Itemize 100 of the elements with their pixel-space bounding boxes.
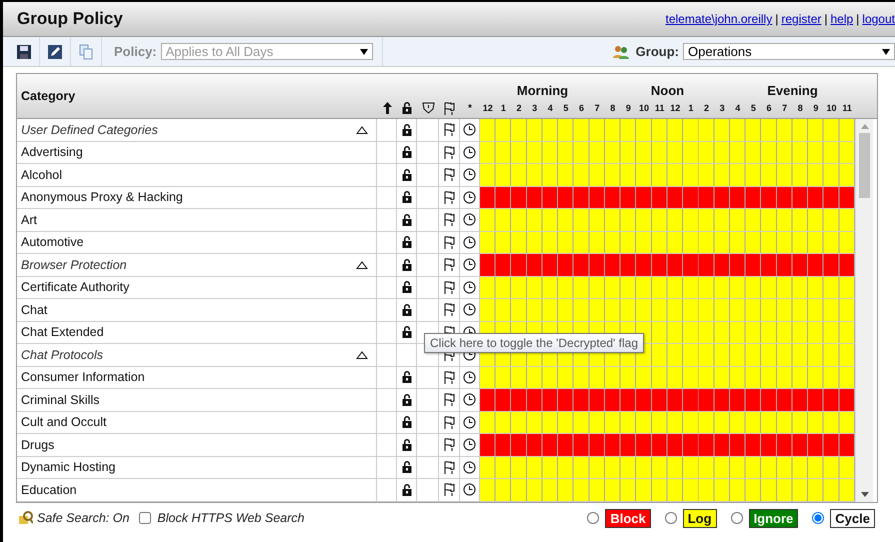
legend-radio[interactable] [812,512,824,524]
tooltip: Click here to toggle the 'Decrypted' flag [424,333,644,353]
flag-icon[interactable] [442,414,456,430]
clock-icon[interactable] [463,438,476,452]
user-link[interactable]: telemate\john.oreilly [665,12,772,26]
category-row[interactable]: Alcohol [17,164,855,186]
flag-icon[interactable] [442,437,456,452]
flag-icon[interactable] [442,167,456,182]
category-row[interactable]: Certificate Authority [17,276,855,299]
category-row[interactable]: Advertising [17,142,855,164]
flag-icon[interactable] [442,280,456,295]
lock-icon[interactable] [402,326,412,338]
copy-icon [78,44,94,60]
flag-icon[interactable] [442,122,456,138]
category-name: User Defined Categories [21,122,158,137]
shield-icon[interactable] [422,102,434,114]
flag-icon[interactable] [442,257,456,272]
clock-icon[interactable] [463,168,476,182]
user-link[interactable]: help [830,12,854,26]
user-link[interactable]: logout [862,12,895,26]
lock-icon[interactable] [402,146,412,158]
flag-icon[interactable] [442,460,456,475]
policy-label: Policy: [114,44,157,59]
clock-icon[interactable] [463,236,476,249]
lock-icon[interactable] [402,416,412,428]
lock-icon[interactable] [402,214,412,226]
safe-search-status: Safe Search: On [37,511,130,525]
collapse-icon[interactable] [356,126,368,134]
lock-icon[interactable] [402,438,412,451]
lock-icon[interactable] [402,124,412,136]
category-row[interactable]: Chat [17,299,855,322]
clock-icon[interactable] [463,483,476,496]
category-row[interactable]: Criminal Skills [17,389,855,412]
category-row[interactable]: Art [17,209,855,232]
legend-radio[interactable] [730,512,743,524]
category-row[interactable]: Automotive [17,232,855,254]
clock-icon[interactable] [463,416,476,429]
lock-icon[interactable] [402,281,412,294]
lock-icon[interactable] [402,371,412,384]
category-row[interactable]: Drugs [17,434,855,456]
clock-icon[interactable] [463,393,476,406]
collapse-icon[interactable] [356,260,368,269]
hour-label: 4 [546,102,554,115]
clock-icon[interactable] [463,213,476,226]
flag-icon[interactable] [442,212,456,228]
user-link[interactable]: register [781,12,822,26]
category-row[interactable]: Education [17,479,855,502]
category-row[interactable]: Cult and Occult [17,412,855,434]
clock-icon[interactable] [463,370,476,384]
hour-label: 1 [687,102,694,115]
group-dropdown[interactable]: Operations [683,43,895,60]
flag-icon[interactable] [442,302,456,318]
flag-icon[interactable] [442,392,456,408]
lock-icon[interactable] [402,102,412,114]
category-name: Drugs [21,438,54,452]
up-arrow-icon[interactable] [382,102,392,114]
lock-icon[interactable] [402,304,412,316]
collapse-icon[interactable] [356,350,368,359]
clock-icon[interactable] [463,280,476,294]
clock-icon[interactable] [463,190,476,204]
hour-label: 3 [531,102,538,115]
lock-icon[interactable] [402,168,412,181]
category-name: Automotive [21,235,84,250]
legend-label: Block [605,508,651,528]
clock-icon[interactable] [463,146,476,159]
clock-icon[interactable] [463,123,476,136]
category-row[interactable]: User Defined Categories [17,119,855,142]
edit-icon [47,44,63,60]
legend-radio[interactable] [664,512,677,524]
clock-icon[interactable] [463,303,476,316]
lock-icon[interactable] [402,461,412,474]
category-name: Chat [21,302,48,317]
flag-icon[interactable] [443,100,456,116]
lock-icon[interactable] [402,258,412,271]
category-name: Advertising [21,145,83,160]
flag-icon[interactable] [442,370,456,385]
scrollbar[interactable] [855,119,873,502]
lock-icon[interactable] [402,394,412,406]
flag-icon[interactable] [442,190,456,205]
category-row[interactable]: Browser Protection [17,254,855,276]
flag-icon[interactable] [442,234,456,250]
https-checkbox[interactable] [139,512,152,524]
category-name: Chat Extended [21,325,104,340]
category-row[interactable]: Dynamic Hosting [17,456,855,479]
dropdown-arrow-icon [360,48,368,54]
flag-icon[interactable] [442,482,456,498]
scroll-thumb[interactable] [859,133,870,198]
hour-label: 7 [594,102,601,115]
hour-label: 1 [500,102,507,115]
category-name: Criminal Skills [21,392,100,407]
flag-icon[interactable] [442,144,456,160]
category-row[interactable]: Anonymous Proxy & Hacking [17,186,855,209]
category-row[interactable]: Consumer Information [17,366,855,389]
lock-icon[interactable] [402,191,412,204]
scroll-down-icon[interactable] [860,492,868,496]
clock-icon[interactable] [463,460,476,474]
lock-icon[interactable] [402,484,412,496]
legend-radio[interactable] [587,512,600,524]
clock-icon[interactable] [463,258,476,272]
lock-icon[interactable] [402,236,412,248]
